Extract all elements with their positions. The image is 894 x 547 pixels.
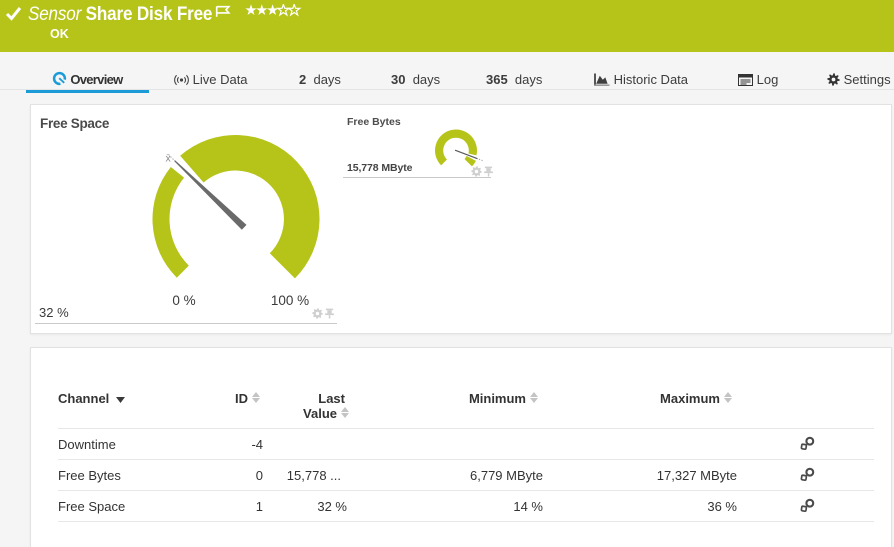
svg-text:x̄: x̄ — [166, 153, 172, 165]
